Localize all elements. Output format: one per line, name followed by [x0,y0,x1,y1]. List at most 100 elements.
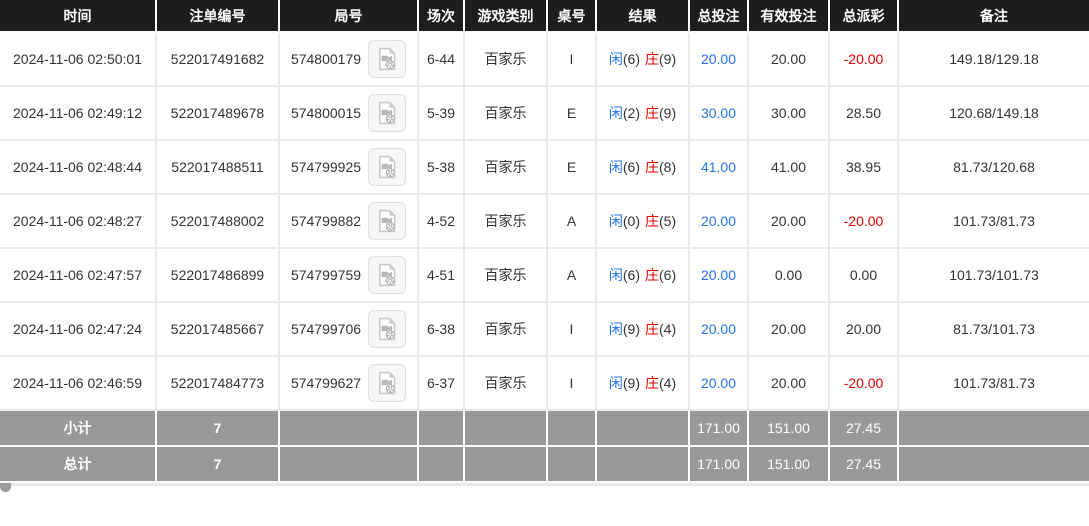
cell-payout: 0.00 [830,249,899,303]
cell-remark: 120.68/149.18 [899,87,1089,141]
total-empty-session [419,447,465,483]
result-banker-label: 庄 [645,375,659,391]
total-bet-value: 20.00 [701,267,736,283]
result-banker-label: 庄 [645,267,659,283]
subtotal-row: 小计 7 171.00 151.00 27.45 [0,411,1089,447]
video-replay-button[interactable] [368,148,406,186]
video-replay-button[interactable] [368,202,406,240]
time-value: 2024-11-06 02:47:24 [13,321,142,337]
cell-time: 2024-11-06 02:50:01 [0,33,157,87]
cell-total-bet: 20.00 [690,303,749,357]
subtotal-valid-bet: 151.00 [749,411,830,447]
session-value: 4-51 [427,267,455,283]
cell-session: 6-38 [419,303,465,357]
total-bet-value: 41.00 [701,159,736,175]
col-header-result: 结果 [597,0,690,33]
video-replay-button[interactable] [368,364,406,402]
result-banker-value: (5) [659,213,676,229]
result-banker-value: (9) [659,105,676,121]
total-valid-bet: 151.00 [749,447,830,483]
table-row: 2024-11-06 02:48:27 522017488002 5747998… [0,195,1089,249]
round-id-value: 574799882 [291,213,361,229]
valid-bet-value: 20.00 [771,213,806,229]
video-replay-button[interactable] [368,256,406,294]
cell-game-type: 百家乐 [465,249,548,303]
table-row: 2024-11-06 02:47:57 522017486899 5747997… [0,249,1089,303]
video-replay-button[interactable] [368,40,406,78]
game-type-value: 百家乐 [485,159,527,175]
result-banker-label: 庄 [645,51,659,67]
session-value: 6-37 [427,375,455,391]
session-value: 6-38 [427,321,455,337]
round-id-value: 574799706 [291,321,361,337]
cell-table-no: E [548,87,597,141]
total-bet-value: 30.00 [701,105,736,121]
video-replay-button[interactable] [368,94,406,132]
cell-session: 5-38 [419,141,465,195]
round-id-value: 574800015 [291,105,361,121]
cell-time: 2024-11-06 02:46:59 [0,357,157,411]
total-total-bet: 171.00 [690,447,749,483]
cell-bet-id: 522017486899 [157,249,280,303]
total-empty-table-no [548,447,597,483]
cell-time: 2024-11-06 02:47:57 [0,249,157,303]
table-row: 2024-11-06 02:46:59 522017484773 5747996… [0,357,1089,411]
cell-result: 闲(9)庄(4) [597,303,690,357]
result-player-value: (9) [623,321,640,337]
game-type-value: 百家乐 [485,321,527,337]
cell-session: 6-37 [419,357,465,411]
bet-id-value: 522017486899 [171,267,264,283]
cell-game-type: 百家乐 [465,357,548,411]
round-id-value: 574799627 [291,375,361,391]
game-type-value: 百家乐 [485,267,527,283]
cell-remark: 81.73/101.73 [899,303,1089,357]
cell-total-bet: 20.00 [690,357,749,411]
cell-remark: 149.18/129.18 [899,33,1089,87]
subtotal-empty-round [280,411,419,447]
table-no-value: I [570,375,574,391]
table-header: 时间 注单编号 局号 场次 游戏类别 桌号 结果 总投注 有效投注 总派彩 备注 [0,0,1089,33]
cell-bet-id: 522017488002 [157,195,280,249]
subtotal-total-bet: 171.00 [690,411,749,447]
cell-game-type: 百家乐 [465,195,548,249]
table-no-value: I [570,51,574,67]
cell-table-no: A [548,195,597,249]
game-type-value: 百家乐 [485,375,527,391]
col-header-session: 场次 [419,0,465,33]
table-row: 2024-11-06 02:48:44 522017488511 5747999… [0,141,1089,195]
cell-game-type: 百家乐 [465,33,548,87]
total-row: 总计 7 171.00 151.00 27.45 [0,447,1089,483]
total-empty-game-type [465,447,548,483]
col-header-time: 时间 [0,0,157,33]
valid-bet-value: 41.00 [771,159,806,175]
bet-id-value: 522017484773 [171,375,264,391]
cell-bet-id: 522017491682 [157,33,280,87]
cell-time: 2024-11-06 02:49:12 [0,87,157,141]
cell-bet-id: 522017485667 [157,303,280,357]
cell-session: 6-44 [419,33,465,87]
table-row: 2024-11-06 02:50:01 522017491682 5748001… [0,33,1089,87]
cell-table-no: I [548,33,597,87]
bet-history-page: 时间 注单编号 局号 场次 游戏类别 桌号 结果 总投注 有效投注 总派彩 备注… [0,0,1089,486]
result-player-value: (2) [623,105,640,121]
result-player-label: 闲 [609,105,623,121]
col-header-valid-bet: 有效投注 [749,0,830,33]
cell-valid-bet: 20.00 [749,303,830,357]
cell-result: 闲(6)庄(6) [597,249,690,303]
video-replay-button[interactable] [368,310,406,348]
cell-result: 闲(9)庄(4) [597,357,690,411]
total-count: 7 [157,447,280,483]
round-id-value: 574799759 [291,267,361,283]
payout-value: 20.00 [846,321,881,337]
cell-total-bet: 20.00 [690,195,749,249]
cell-round-id: 574799882 [280,195,419,249]
cell-valid-bet: 20.00 [749,195,830,249]
col-header-total-bet: 总投注 [690,0,749,33]
result-banker-label: 庄 [645,213,659,229]
valid-bet-value: 0.00 [775,267,802,283]
cell-round-id: 574799627 [280,357,419,411]
total-bet-value: 20.00 [701,375,736,391]
col-header-bet-id: 注单编号 [157,0,280,33]
result-banker-value: (8) [659,159,676,175]
subtotal-payout: 27.45 [830,411,899,447]
